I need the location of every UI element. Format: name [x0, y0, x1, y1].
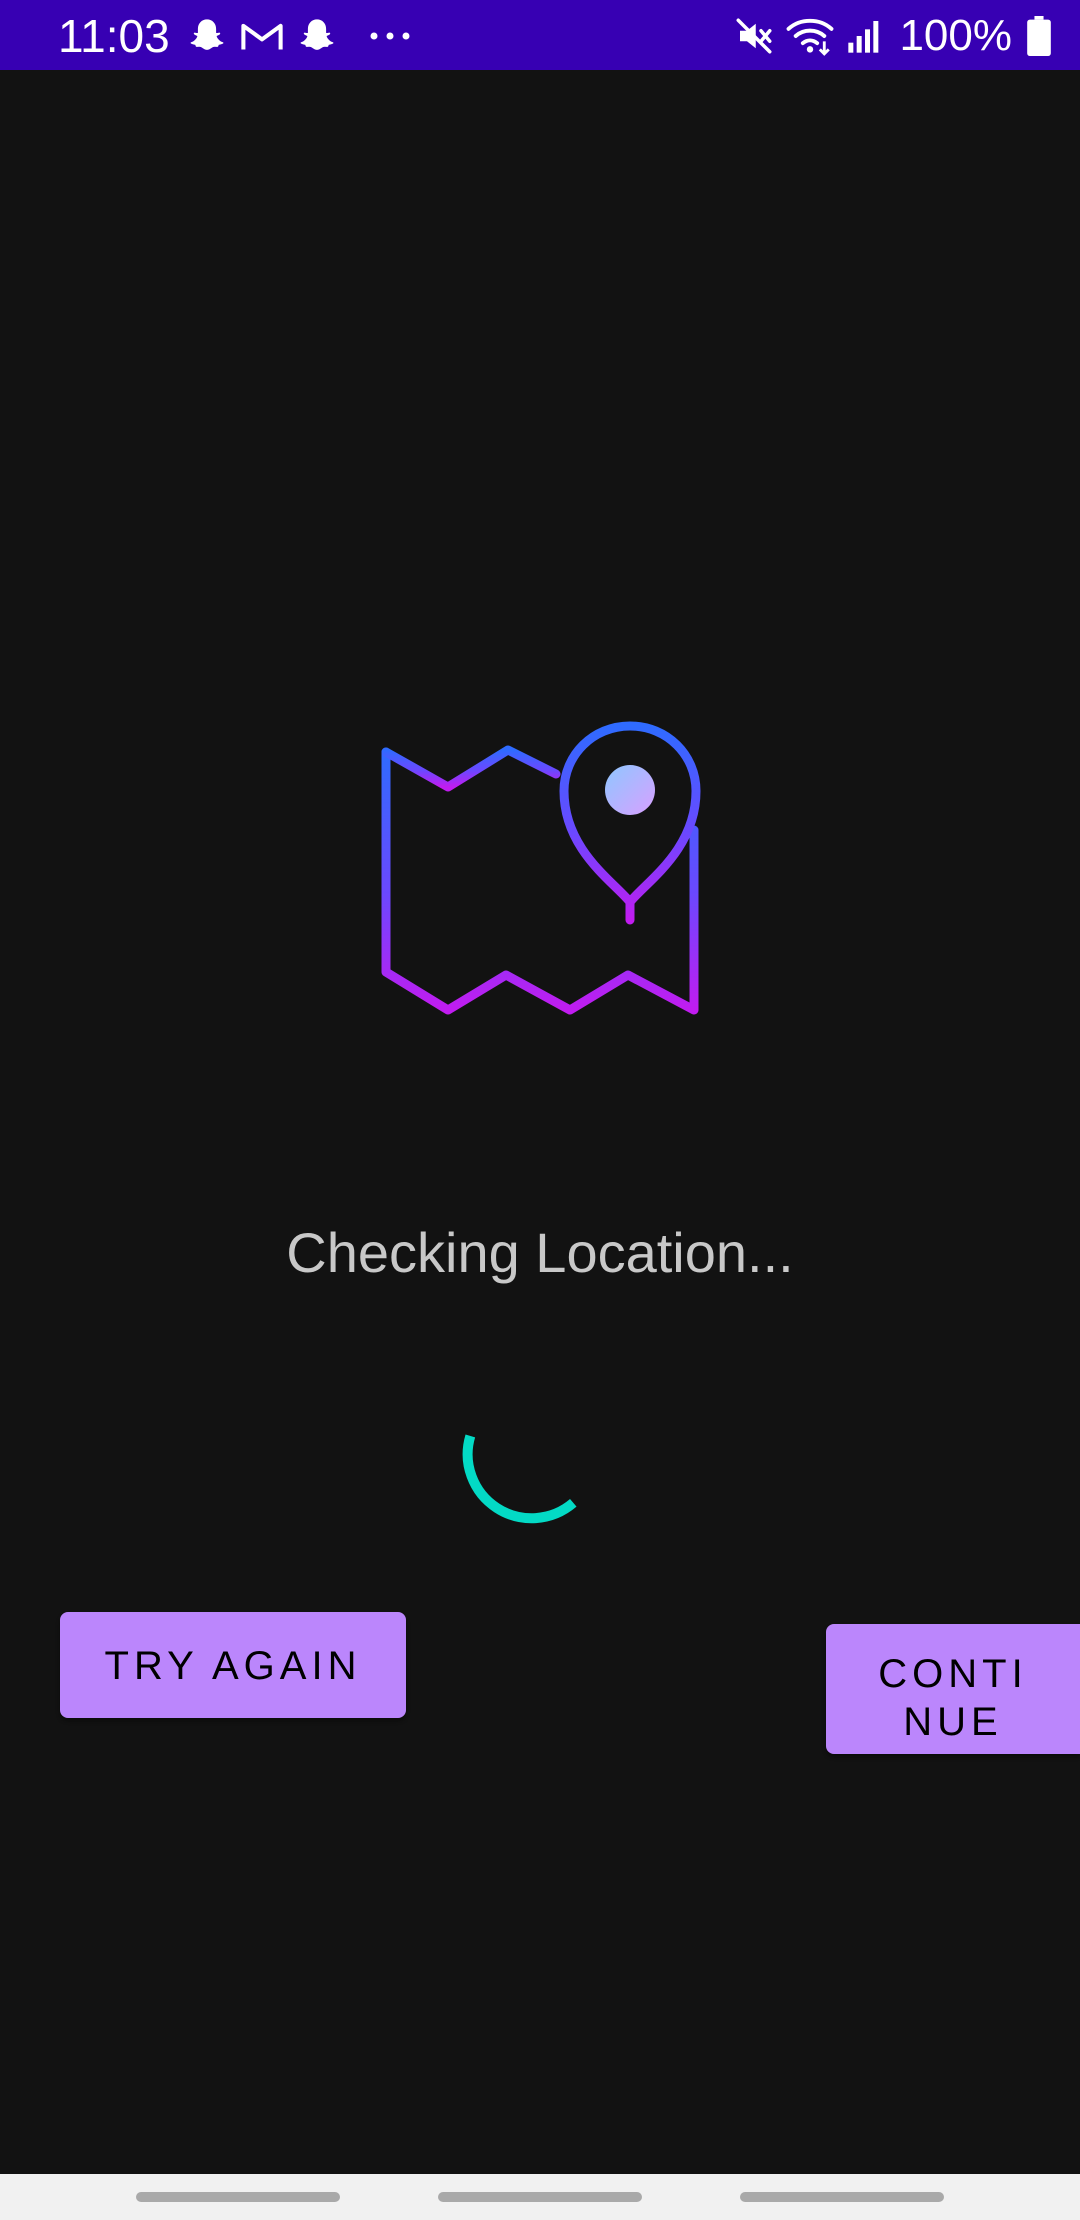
map-location-pin-icon — [378, 712, 708, 1020]
gmail-icon — [240, 16, 284, 56]
battery-icon — [1026, 16, 1052, 56]
nav-back-button[interactable] — [740, 2192, 944, 2202]
battery-percentage: 100% — [899, 11, 1012, 60]
notification-icons — [186, 14, 412, 58]
continue-button[interactable]: CONTI NUE — [826, 1624, 1080, 1754]
status-bar: 11:03 100% — [0, 0, 1080, 70]
snapchat-icon-2 — [296, 15, 338, 57]
try-again-button[interactable]: TRY AGAIN — [60, 1612, 406, 1718]
wifi-icon — [785, 14, 835, 58]
navigation-bar — [0, 2174, 1080, 2220]
screen: 11:03 100% Checking Location... TRY AGAI… — [0, 0, 1080, 2220]
nav-home-button[interactable] — [438, 2192, 642, 2202]
mute-icon — [733, 15, 775, 57]
continue-label-line2: NUE — [903, 1699, 1003, 1744]
more-dots-icon — [368, 30, 412, 42]
system-status-icons: 100% — [733, 8, 1052, 64]
status-message: Checking Location... — [286, 1221, 794, 1284]
signal-icon — [845, 16, 885, 56]
status-time: 11:03 — [58, 10, 170, 62]
snapchat-icon — [186, 15, 228, 57]
continue-label-line1: CONTI — [878, 1651, 1028, 1696]
nav-recents-button[interactable] — [136, 2192, 340, 2202]
loading-spinner — [456, 1420, 596, 1560]
